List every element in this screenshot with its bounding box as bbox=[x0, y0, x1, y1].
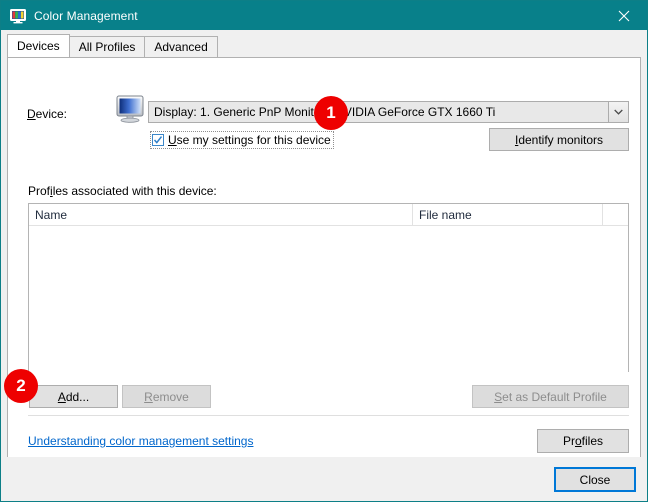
device-dropdown[interactable]: Display: 1. Generic PnP Monitor - NVIDIA… bbox=[148, 101, 629, 123]
color-management-window: Color Management Devices All Profiles Ad… bbox=[0, 0, 648, 502]
profiles-caption: Profiles associated with this device: bbox=[28, 184, 217, 198]
annotation-badge-2: 2 bbox=[4, 369, 38, 403]
identify-monitors-label: Identify monitors bbox=[514, 132, 604, 147]
use-my-settings-checkbox[interactable]: Use my settings for this device bbox=[150, 131, 334, 149]
annotation-badge-1: 1 bbox=[314, 96, 348, 130]
identify-monitors-button[interactable]: Identify monitors bbox=[489, 128, 629, 151]
checkbox-box bbox=[152, 134, 164, 146]
tab-all-profiles[interactable]: All Profiles bbox=[68, 36, 146, 57]
title-bar: Color Management bbox=[1, 1, 647, 30]
set-as-default-profile-button: Set as Default Profile bbox=[472, 385, 629, 408]
divider bbox=[28, 415, 629, 416]
close-button[interactable]: Close bbox=[555, 468, 635, 491]
annotation-badge-1-number: 1 bbox=[326, 103, 336, 122]
tab-advanced-label: Advanced bbox=[154, 40, 208, 54]
remove-button: Remove bbox=[122, 385, 211, 408]
chevron-down-icon[interactable] bbox=[608, 102, 628, 122]
window-title: Color Management bbox=[34, 8, 138, 23]
color-monitor-icon bbox=[10, 8, 26, 24]
tab-devices[interactable]: Devices bbox=[7, 34, 70, 57]
dialog-footer: Close bbox=[1, 457, 647, 501]
set-as-default-profile-label: Set as Default Profile bbox=[494, 389, 607, 404]
profiles-list-body[interactable] bbox=[29, 226, 628, 372]
add-button[interactable]: Add... bbox=[29, 385, 118, 408]
profiles-list[interactable]: Name File name bbox=[28, 203, 629, 372]
column-header-spacer[interactable] bbox=[603, 204, 628, 225]
close-icon[interactable] bbox=[601, 1, 647, 30]
device-label: Device: bbox=[27, 107, 68, 121]
profiles-button[interactable]: Profiles bbox=[537, 429, 629, 453]
remove-button-label: Remove bbox=[144, 389, 189, 404]
tab-devices-label: Devices bbox=[17, 39, 60, 53]
annotation-badge-2-number: 2 bbox=[16, 376, 26, 395]
understanding-color-management-link[interactable]: Understanding color management settings bbox=[28, 434, 253, 448]
column-header-name[interactable]: Name bbox=[29, 204, 413, 225]
tab-strip: Devices All Profiles Advanced bbox=[7, 34, 218, 57]
profiles-list-header: Name File name bbox=[29, 204, 628, 226]
profiles-button-label: Profiles bbox=[562, 434, 604, 448]
tab-advanced[interactable]: Advanced bbox=[144, 36, 218, 57]
use-my-settings-label: Use my settings for this device bbox=[168, 133, 331, 147]
monitor-icon bbox=[115, 94, 149, 124]
close-button-label: Close bbox=[579, 472, 611, 487]
tab-all-profiles-label: All Profiles bbox=[78, 40, 136, 54]
column-header-file-name[interactable]: File name bbox=[413, 204, 603, 225]
add-button-label: Add... bbox=[57, 389, 90, 404]
device-dropdown-value: Display: 1. Generic PnP Monitor - NVIDIA… bbox=[154, 105, 496, 119]
